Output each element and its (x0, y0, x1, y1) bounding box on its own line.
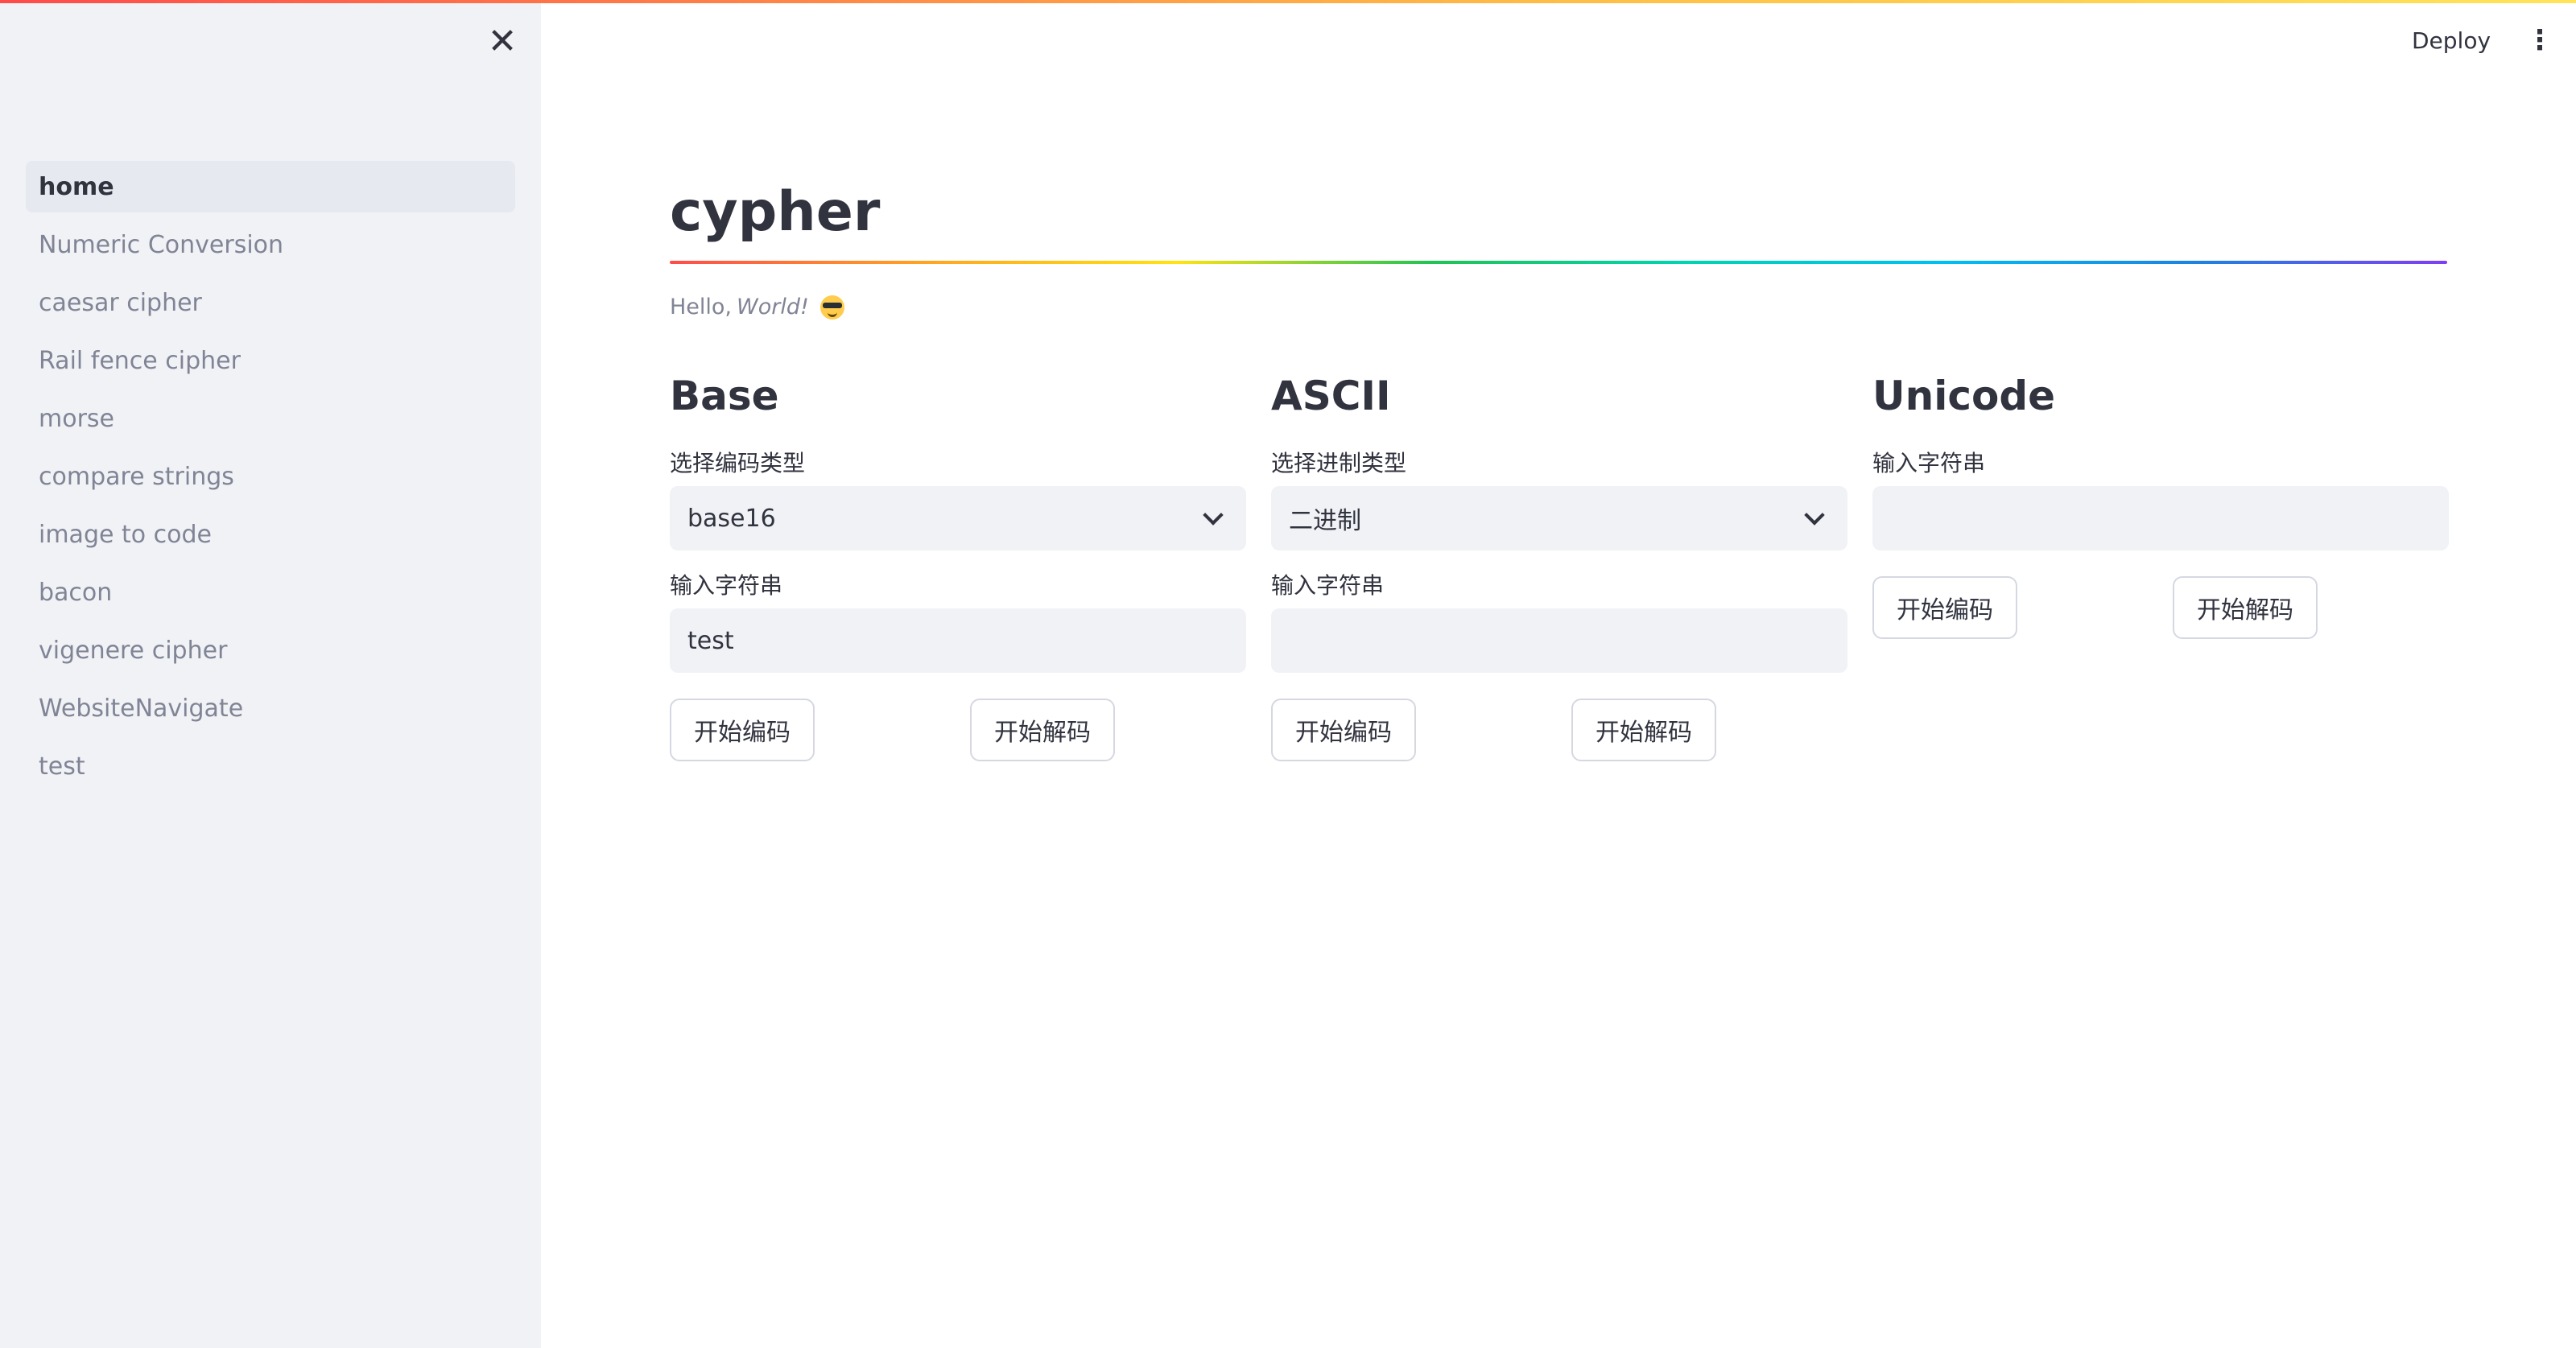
chevron-down-icon (1804, 505, 1825, 526)
sidebar-item-label: vigenere cipher (39, 636, 228, 665)
unicode-button-row: 开始编码 开始解码 (1872, 576, 2449, 639)
sidebar-item-morse[interactable]: morse (26, 393, 515, 444)
sidebar-item-caesar-cipher[interactable]: caesar cipher (26, 277, 515, 328)
base-section: Base 选择编码类型 base16 输入字符串 开始编码 开始解码 (670, 364, 1246, 761)
sidebar-item-label: WebsiteNavigate (39, 694, 244, 723)
unicode-section: Unicode 输入字符串 开始编码 开始解码 (1872, 364, 2449, 639)
ascii-select-label: 选择进制类型 (1271, 450, 1407, 476)
sidebar-nav: home Numeric Conversion caesar cipher Ra… (26, 161, 515, 798)
ascii-string-input[interactable] (1271, 608, 1847, 673)
unicode-decode-button[interactable]: 开始解码 (2173, 576, 2318, 639)
hello-prefix: Hello, (670, 295, 733, 319)
base-input-label: 输入字符串 (670, 572, 783, 599)
sidebar-item-label: morse (39, 404, 114, 433)
sidebar-item-label: Numeric Conversion (39, 230, 284, 259)
base-select-label: 选择编码类型 (670, 450, 806, 476)
base-encoding-select[interactable]: base16 (670, 486, 1246, 550)
sidebar-item-website-navigate[interactable]: WebsiteNavigate (26, 682, 515, 734)
base-heading: Base (670, 373, 779, 419)
sidebar-item-numeric-conversion[interactable]: Numeric Conversion (26, 219, 515, 270)
hello-emphasis: World! (737, 295, 809, 319)
sidebar-item-label: test (39, 752, 85, 781)
unicode-input-label: 输入字符串 (1872, 450, 1986, 476)
ascii-button-row: 开始编码 开始解码 (1271, 699, 1847, 761)
deploy-button[interactable]: Deploy (2412, 23, 2491, 58)
ascii-select-value: 二进制 (1289, 507, 1361, 535)
sidebar-item-label: Rail fence cipher (39, 346, 241, 375)
close-icon[interactable]: ✕ (478, 24, 526, 60)
sidebar-item-home[interactable]: home (26, 161, 515, 212)
sidebar-item-bacon[interactable]: bacon (26, 567, 515, 618)
base-string-input[interactable] (670, 608, 1246, 673)
title-divider (670, 261, 2447, 264)
base-button-row: 开始编码 开始解码 (670, 699, 1246, 761)
sidebar-item-rail-fence-cipher[interactable]: Rail fence cipher (26, 335, 515, 386)
deploy-label: Deploy (2412, 27, 2491, 54)
unicode-encode-button[interactable]: 开始编码 (1872, 576, 2017, 639)
chevron-down-icon (1203, 505, 1224, 526)
sidebar-item-label: image to code (39, 520, 212, 549)
ascii-heading: ASCII (1271, 373, 1391, 419)
sidebar-item-label: compare strings (39, 462, 234, 491)
sidebar-item-vigenere-cipher[interactable]: vigenere cipher (26, 625, 515, 676)
top-decoration-bar (0, 0, 2576, 3)
unicode-string-input[interactable] (1872, 486, 2449, 550)
unicode-heading: Unicode (1872, 373, 2056, 419)
base-decode-button[interactable]: 开始解码 (970, 699, 1115, 761)
ascii-encode-button[interactable]: 开始编码 (1271, 699, 1416, 761)
sidebar-item-label: home (39, 172, 114, 201)
base-select-value: base16 (687, 504, 776, 533)
sidebar-item-label: caesar cipher (39, 288, 202, 317)
page-title: cypher (670, 180, 881, 244)
base-encode-button[interactable]: 开始编码 (670, 699, 815, 761)
sidebar: ✕ home Numeric Conversion caesar cipher … (0, 0, 541, 1348)
sunglasses-emoji-icon (819, 295, 844, 319)
sidebar-item-test[interactable]: test (26, 740, 515, 792)
hello-caption: Hello, World! (670, 295, 844, 319)
ascii-decode-button[interactable]: 开始解码 (1571, 699, 1716, 761)
ascii-input-label: 输入字符串 (1271, 572, 1385, 599)
ascii-radix-select[interactable]: 二进制 (1271, 486, 1847, 550)
sidebar-item-image-to-code[interactable]: image to code (26, 509, 515, 560)
more-vertical-icon[interactable]: ⋮ (2526, 23, 2553, 58)
sidebar-item-label: bacon (39, 578, 113, 607)
ascii-section: ASCII 选择进制类型 二进制 输入字符串 开始编码 开始解码 (1271, 364, 1847, 761)
sidebar-item-compare-strings[interactable]: compare strings (26, 451, 515, 502)
